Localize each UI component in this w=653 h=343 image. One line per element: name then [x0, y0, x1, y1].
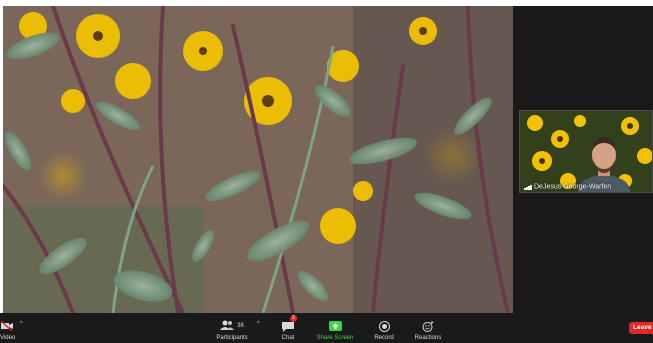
participants-icon	[220, 320, 235, 332]
meeting-toolbar: Video ^ 36 Participants ^ 2 Chat Share S…	[0, 313, 653, 343]
record-icon	[377, 320, 391, 332]
zoom-meeting-window: DeJesus George-Warfen Video ^ 36 Partici…	[0, 0, 653, 343]
participants-button[interactable]: 36 Participants	[210, 313, 254, 343]
participant-name-label: DeJesus George-Warfen	[524, 183, 611, 190]
participants-options-caret[interactable]: ^	[257, 321, 260, 327]
participant-video-tile[interactable]: DeJesus George-Warfen	[519, 110, 653, 193]
reactions-button[interactable]: Reactions	[410, 313, 446, 343]
smiley-plus-icon	[421, 320, 435, 332]
share-screen-button[interactable]: Share Screen	[313, 313, 357, 343]
participant-video-image	[520, 111, 652, 192]
chat-button[interactable]: 2 Chat	[276, 313, 300, 343]
participant-name: DeJesus George-Warfen	[534, 183, 612, 190]
video-options-caret[interactable]: ^	[20, 321, 23, 327]
flowers-video-image	[3, 6, 513, 313]
record-button[interactable]: Record	[370, 313, 398, 343]
leave-button[interactable]: Leave	[629, 322, 653, 334]
main-video-feed	[3, 6, 513, 313]
video-camera-off-icon	[0, 320, 14, 332]
share-screen-icon	[328, 320, 342, 332]
video-button[interactable]: Video	[0, 313, 18, 343]
participants-count: 36	[237, 323, 244, 329]
signal-bars-icon	[524, 183, 532, 190]
chat-unread-badge: 2	[290, 315, 297, 322]
